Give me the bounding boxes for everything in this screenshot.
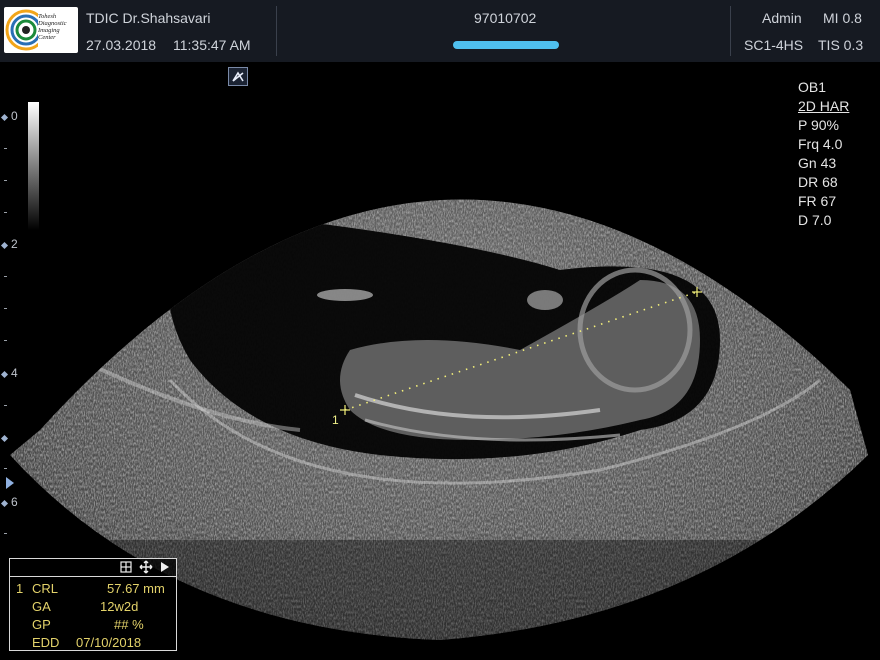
measurement-panel: 1 CRL 57.67 mm GA 12w2d GP ## % EDD 07/1… (9, 558, 177, 651)
depth-label-2: 2 (11, 237, 18, 251)
depth-label-6: 6 (11, 495, 18, 509)
caret-icon[interactable] (228, 67, 248, 86)
logo-text: Tohesh Diagnostic Imaging Center (38, 13, 67, 41)
measurement-label-crl: CRL (32, 581, 59, 596)
focus-arrow-icon[interactable] (6, 477, 14, 489)
caliper-index-label: 1 (332, 413, 339, 427)
grid-icon[interactable] (120, 561, 132, 573)
depth-tick (4, 180, 7, 181)
depth-tick (4, 148, 7, 149)
depth-tick (4, 405, 7, 406)
exam-date: 27.03.2018 (86, 37, 157, 53)
depth-tick (4, 276, 7, 277)
header-bar: Tohesh Diagnostic Imaging Center TDIC Dr… (0, 0, 880, 63)
measurement-label-edd: EDD (32, 635, 60, 650)
frame-rate-label: FR 67 (798, 193, 837, 209)
gain-label: Gn 43 (798, 155, 837, 171)
measurement-index: 1 (16, 581, 24, 596)
measurement-value-edd: 07/10/2018 (76, 635, 142, 650)
frequency-label: Frq 4.0 (798, 136, 843, 152)
depth-tick (4, 468, 7, 469)
depth-label-4: 4 (11, 366, 18, 380)
clinic-logo: Tohesh Diagnostic Imaging Center (4, 7, 78, 53)
depth-label: D 7.0 (798, 212, 832, 228)
probe-name: SC1-4HS (744, 37, 804, 53)
logo-rings-icon (5, 9, 47, 51)
mode-label[interactable]: 2D HAR (798, 97, 868, 116)
depth-label-0: 0 (11, 109, 18, 123)
depth-tick (4, 212, 7, 213)
measurement-value-gp: ## % (114, 617, 144, 632)
measurement-value-crl: 57.67 mm (107, 581, 165, 596)
header-divider (276, 6, 277, 56)
move-icon[interactable] (139, 560, 153, 574)
header-divider (730, 6, 731, 56)
preset-label: OB1 (798, 79, 827, 95)
redacted-patient-name (453, 41, 559, 49)
clinic-name: TDIC Dr.Shahsavari (86, 10, 211, 26)
measurement-label-gp: GP (32, 617, 51, 632)
measurement-value-ga: 12w2d (100, 599, 139, 614)
power-label: P 90% (798, 117, 839, 133)
thermal-index: TIS 0.3 (818, 37, 864, 53)
patient-id: 97010702 (474, 10, 537, 26)
depth-tick (4, 340, 7, 341)
exam-time: 11:35:47 AM (173, 37, 251, 53)
depth-tick (4, 533, 7, 534)
grayscale-bar (28, 102, 39, 230)
dynamic-range-label: DR 68 (798, 174, 838, 190)
imaging-parameters: OB1 2D HAR P 90% Frq 4.0 Gn 43 DR 68 FR … (798, 78, 868, 230)
operator-name: Admin (762, 10, 802, 26)
measurement-label-ga: GA (32, 599, 51, 614)
depth-tick (4, 308, 7, 309)
measurement-toolbar (10, 559, 176, 577)
mechanical-index: MI 0.8 (823, 10, 862, 26)
play-icon[interactable] (160, 561, 170, 573)
